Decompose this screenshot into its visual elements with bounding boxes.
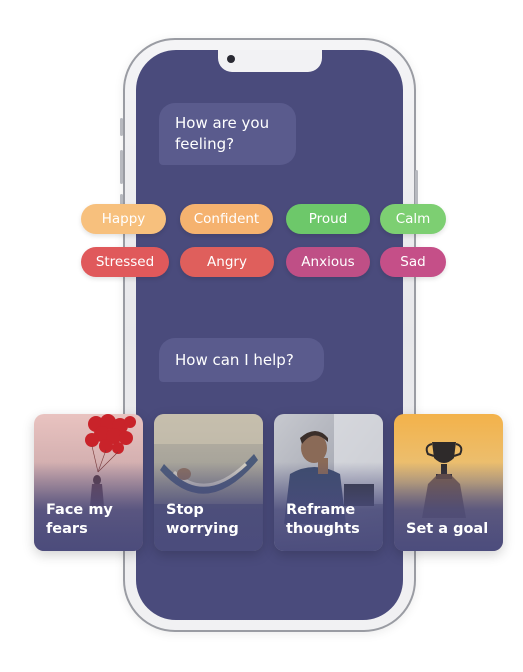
mute-switch xyxy=(120,118,123,136)
action-card-stop-worrying[interactable]: Stop worrying xyxy=(154,414,263,551)
app-showcase: How are you feeling? How can I help? Hap… xyxy=(0,0,523,672)
chat-bubble-feeling: How are you feeling? xyxy=(159,103,296,165)
mood-pill-happy[interactable]: Happy xyxy=(81,204,166,234)
camera-icon xyxy=(227,55,235,63)
mood-pill-confident[interactable]: Confident xyxy=(180,204,273,234)
mood-pill-calm[interactable]: Calm xyxy=(380,204,446,234)
action-card-set-a-goal[interactable]: Set a goal xyxy=(394,414,503,551)
volume-up-button xyxy=(120,150,123,184)
action-card-label: Reframe thoughts xyxy=(286,502,360,537)
chat-bubble-help: How can I help? xyxy=(159,338,324,382)
mood-pill-proud[interactable]: Proud xyxy=(286,204,370,234)
mood-pill-sad[interactable]: Sad xyxy=(380,247,446,277)
action-card-reframe-thoughts[interactable]: Reframe thoughts xyxy=(274,414,383,551)
action-card-label: Face my fears xyxy=(46,502,113,537)
action-card-label: Set a goal xyxy=(406,521,489,537)
action-card-face-my-fears[interactable]: Face my fears xyxy=(34,414,143,551)
mood-pill-stressed[interactable]: Stressed xyxy=(81,247,169,277)
mood-pill-angry[interactable]: Angry xyxy=(180,247,274,277)
mood-pill-anxious[interactable]: Anxious xyxy=(286,247,370,277)
action-card-label: Stop worrying xyxy=(166,502,239,537)
